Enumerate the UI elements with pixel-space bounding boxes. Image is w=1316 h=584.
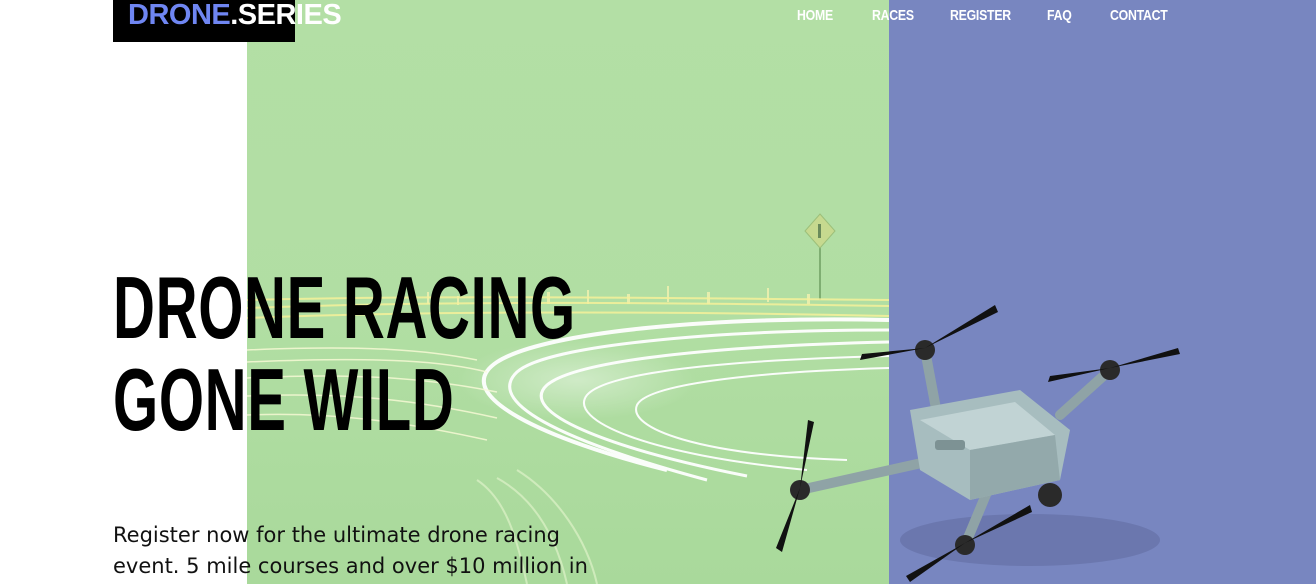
nav-item-contact[interactable]: CONTACT [1110,7,1168,24]
drone-image [776,305,1180,582]
site-logo[interactable]: DRONE.SERIES [113,0,342,42]
logo-text-drone: DRONE [128,0,231,31]
nav-item-register[interactable]: REGISTER [950,7,1011,24]
hero-title-line1: DRONE RACING [113,258,576,357]
nav-item-races[interactable]: RACES [872,7,914,24]
hero-description: Register now for the ultimate drone raci… [113,523,588,578]
hero-title-line2: GONE WILD [113,350,455,449]
logo-text-series: .SERIES [230,0,342,31]
road-sign-icon [804,213,836,300]
nav-item-home[interactable]: HOME [797,7,833,24]
nav-item-faq[interactable]: FAQ [1047,7,1072,24]
hero-title: DRONE RACING GONE WILD [113,262,576,446]
